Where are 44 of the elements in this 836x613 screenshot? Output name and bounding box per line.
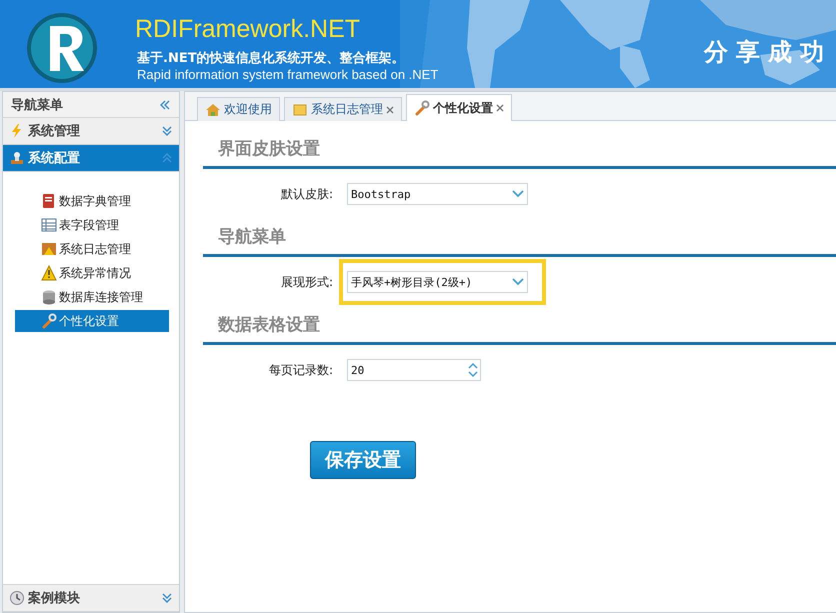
warning-icon — [41, 265, 57, 281]
logo-icon — [26, 12, 98, 84]
close-icon[interactable] — [496, 104, 504, 112]
clock-icon — [9, 590, 25, 606]
field-label: 默认皮肤: — [280, 186, 334, 202]
book-icon — [41, 193, 57, 209]
wrench-icon — [414, 100, 430, 116]
menu-item[interactable]: 数据字典管理 — [15, 190, 169, 212]
slogan: 分享成功 — [704, 36, 832, 68]
menu-item[interactable]: 表字段管理 — [15, 214, 169, 236]
menu-item[interactable]: 系统日志管理 — [15, 238, 169, 260]
accordion-header[interactable]: 案例模块 — [3, 585, 179, 612]
expand-icon[interactable] — [161, 125, 173, 137]
close-icon[interactable] — [386, 106, 394, 114]
app-subtitle-english: Rapid information system framework based on .NET — [137, 67, 438, 82]
tab[interactable]: 系统日志管理 — [284, 97, 402, 121]
section-heading: 界面皮肤设置 — [203, 133, 836, 169]
section-heading: 导航菜单 — [203, 221, 836, 257]
section-heading: 数据表格设置 — [203, 309, 836, 345]
menu-item[interactable]: 数据库连接管理 — [15, 286, 169, 308]
house-icon — [205, 102, 221, 118]
field-label: 展现形式: — [280, 274, 334, 290]
table-icon — [41, 217, 57, 233]
menu-item[interactable]: 个性化设置 — [15, 310, 169, 332]
stamp-icon — [9, 150, 25, 166]
tab[interactable]: 个性化设置 — [406, 94, 512, 121]
app-subtitle: 基于.NET的快速信息化系统开发、整合框架。 — [137, 50, 405, 67]
warning-folder-icon — [41, 241, 57, 257]
dropdown-field[interactable]: Bootstrap — [347, 183, 528, 205]
database-icon — [41, 289, 57, 305]
expand-icon[interactable] — [161, 592, 173, 604]
app-title: RDIFramework.NET — [135, 15, 360, 44]
dropdown-field[interactable]: 手风琴+树形目录(2级+) — [347, 271, 528, 293]
number-spinner[interactable]: 20 — [347, 359, 481, 381]
tab[interactable]: 欢迎使用 — [197, 97, 280, 121]
sidebar-title: 导航菜单 — [11, 96, 63, 114]
spinner-arrows-icon[interactable] — [466, 361, 480, 379]
wrench-icon — [41, 313, 57, 329]
field-label: 每页记录数: — [268, 362, 334, 378]
collapse-sidebar-icon[interactable] — [159, 98, 171, 110]
save-button[interactable]: 保存设置 — [310, 441, 416, 479]
menu-item[interactable]: 系统异常情况 — [15, 262, 169, 284]
accordion-header[interactable]: 系统管理 — [3, 118, 179, 145]
accordion-header[interactable]: 系统配置 — [3, 145, 179, 172]
